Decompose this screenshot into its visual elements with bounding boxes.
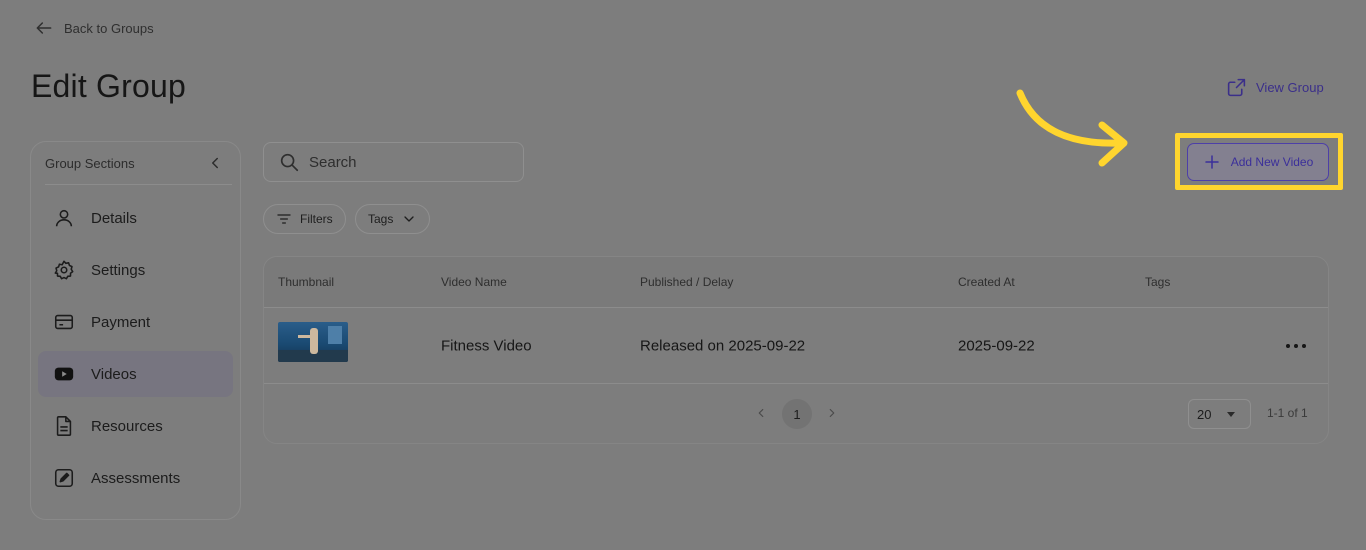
table-header: Thumbnail Video Name Published / Delay C… [264,257,1328,308]
column-header-video-name: Video Name [441,275,507,289]
column-header-published: Published / Delay [640,275,734,289]
filters-label: Filters [300,212,333,226]
search-input[interactable] [309,153,499,171]
filter-icon [277,214,291,224]
chevron-left-icon[interactable] [206,154,224,172]
per-page-select[interactable]: 20 [1188,399,1251,429]
sidebar-item-label: Settings [91,261,146,279]
sidebar-title: Group Sections [45,155,135,171]
tags-label: Tags [368,212,394,226]
sidebar-item-label: Payment [91,313,151,331]
column-header-tags: Tags [1145,275,1171,289]
sidebar-item-videos[interactable]: Videos [38,351,233,397]
sidebar-item-label: Resources [91,417,163,435]
external-link-icon [1227,78,1246,97]
group-sections-sidebar: Group Sections Details Settings Payment … [30,141,241,520]
sidebar-item-settings[interactable]: Settings [38,247,233,293]
video-thumbnail[interactable] [278,322,348,362]
videos-table: Thumbnail Video Name Published / Delay C… [263,256,1329,444]
youtube-icon [53,363,75,385]
sidebar-item-label: Assessments [91,469,181,487]
search-icon [280,153,299,172]
arrow-left-icon [36,22,52,34]
page-number[interactable]: 1 [782,399,812,429]
gear-icon [53,259,75,281]
search-box[interactable] [263,142,524,182]
video-created-at: 2025-09-22 [958,337,1035,354]
table-row[interactable]: Fitness Video Released on 2025-09-22 202… [264,308,1328,384]
user-icon [53,207,75,229]
sidebar-item-resources[interactable]: Resources [38,403,233,449]
annotation-arrow-icon [1016,89,1128,167]
view-group-label: View Group [1256,80,1324,95]
per-page-value: 20 [1197,406,1212,422]
back-link-label: Back to Groups [64,20,154,36]
sidebar-item-payment[interactable]: Payment [38,299,233,345]
plus-icon [1205,155,1219,169]
chevron-left-icon[interactable] [754,406,768,420]
page-title: Edit Group [31,68,186,104]
column-header-thumbnail: Thumbnail [278,275,335,289]
add-new-video-label: Add New Video [1230,155,1314,169]
pagination: 1 20 1-1 of 1 [264,385,1328,443]
sidebar-item-label: Videos [91,365,137,383]
filters-button[interactable]: Filters [263,204,346,234]
document-icon [53,415,75,437]
chevron-down-icon [404,216,415,222]
add-new-video-button[interactable]: Add New Video [1187,143,1329,181]
video-published: Released on 2025-09-22 [640,337,806,354]
tags-dropdown[interactable]: Tags [355,204,431,234]
sidebar-item-label: Details [91,209,137,227]
sidebar-item-assessments[interactable]: Assessments [38,455,233,501]
edit-square-icon [53,467,75,489]
sidebar-header: Group Sections [45,142,232,185]
view-group-link[interactable]: View Group [1226,77,1324,98]
column-header-created-at: Created At [958,275,1015,289]
back-to-groups-link[interactable]: Back to Groups [34,18,154,38]
caret-down-icon [1227,412,1236,417]
sidebar-item-details[interactable]: Details [38,195,233,241]
more-options-icon[interactable] [1284,341,1308,351]
chevron-right-icon[interactable] [825,406,839,420]
credit-card-icon [53,311,75,333]
video-name: Fitness Video [441,337,532,354]
pagination-range: 1-1 of 1 [1267,406,1308,420]
